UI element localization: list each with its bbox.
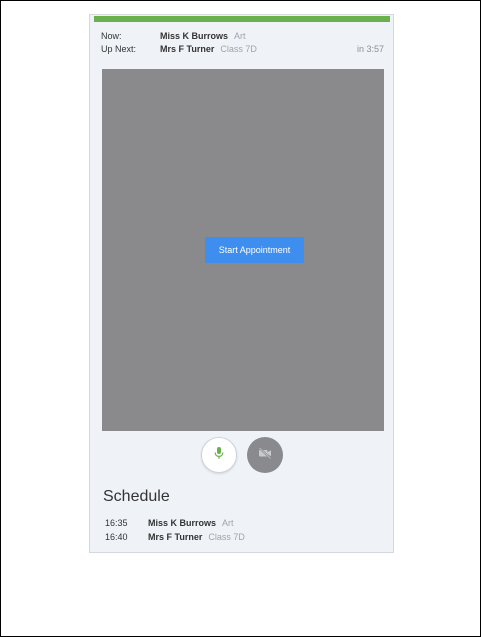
up-next-class: Class 7D: [220, 44, 257, 54]
now-label: Now:: [101, 31, 122, 41]
microphone-icon: [213, 446, 225, 465]
now-subject: Art: [234, 31, 246, 41]
now-name: Miss K Burrows Art: [160, 30, 246, 42]
schedule-teacher-name: Mrs F Turner: [148, 532, 203, 542]
camera-toggle-button[interactable]: [247, 437, 283, 473]
schedule-detail: Class 7D: [208, 532, 245, 542]
schedule-time: 16:40: [105, 532, 128, 542]
page-frame: Now: Miss K Burrows Art Up Next: Mrs F Tu…: [0, 0, 481, 637]
schedule-name: Mrs F Turner Class 7D: [148, 531, 245, 543]
schedule-heading: Schedule: [103, 488, 170, 505]
now-teacher-name: Miss K Burrows: [160, 31, 229, 41]
appointment-info: Now: Miss K Burrows Art Up Next: Mrs F Tu…: [101, 15, 384, 75]
appointment-panel: Now: Miss K Burrows Art Up Next: Mrs F Tu…: [89, 14, 394, 553]
up-next-name: Mrs F Turner Class 7D: [160, 43, 257, 55]
schedule-name: Miss K Burrows Art: [148, 517, 234, 529]
countdown-timer: in 3:57: [356, 44, 384, 54]
up-next-label: Up Next:: [101, 44, 137, 54]
start-appointment-button[interactable]: Start Appointment: [205, 237, 304, 263]
schedule-time: 16:35: [105, 518, 128, 528]
schedule-detail: Art: [222, 518, 234, 528]
camera-off-icon: [258, 446, 272, 464]
schedule-teacher-name: Miss K Burrows: [148, 518, 217, 528]
up-next-teacher-name: Mrs F Turner: [160, 44, 215, 54]
video-area: Start Appointment: [102, 69, 384, 431]
microphone-toggle-button[interactable]: [201, 437, 237, 473]
